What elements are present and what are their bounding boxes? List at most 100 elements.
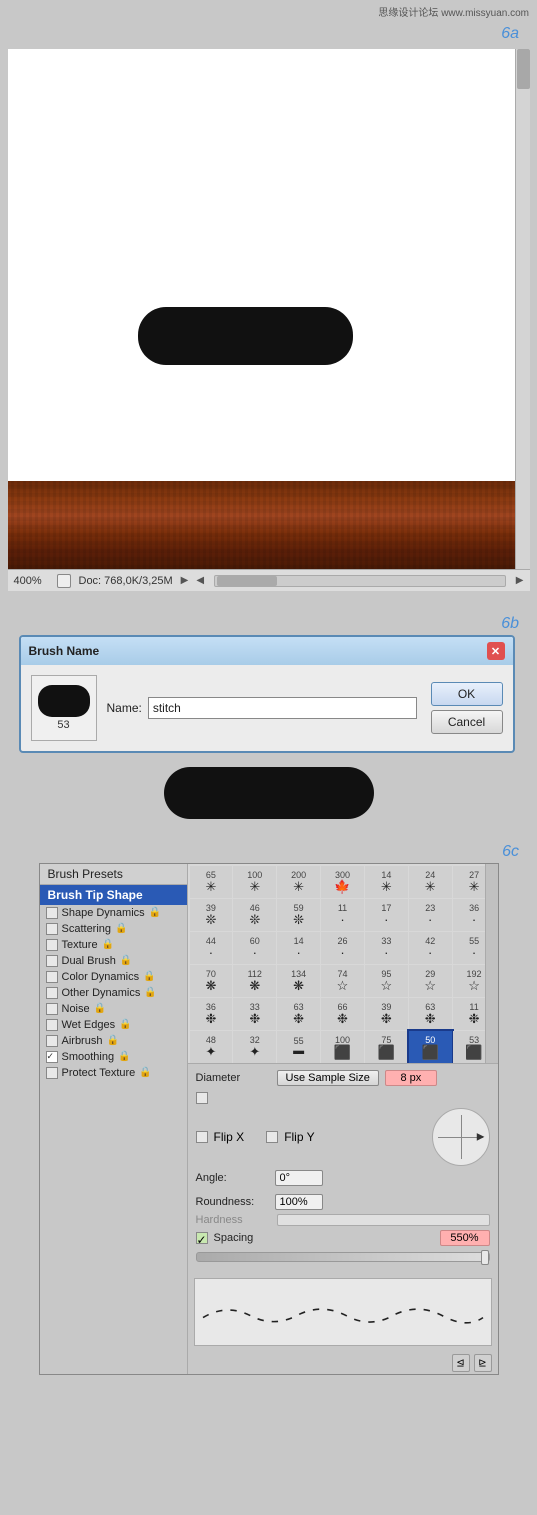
brush-cell[interactable]: 70❋ [190, 965, 233, 997]
brush-cell[interactable]: 66❉ [321, 998, 364, 1030]
noise-checkbox[interactable] [46, 1003, 58, 1015]
h-scrollbar[interactable] [214, 575, 506, 587]
spacing-value[interactable]: 550% [440, 1230, 490, 1246]
sidebar-presets-header[interactable]: Brush Presets [40, 864, 187, 885]
hardness-slider[interactable] [277, 1214, 490, 1226]
brush-cell[interactable]: 11· [321, 899, 364, 931]
spacing-checkbox[interactable]: ✓ [196, 1232, 208, 1244]
brush-cell[interactable]: 17· [365, 899, 408, 931]
panel-icon-btn-1[interactable]: ⊴ [452, 1354, 470, 1372]
brush-cell[interactable]: 29☆ [409, 965, 452, 997]
brush-cell-selected[interactable]: 50⬛ [409, 1031, 452, 1063]
scattering-checkbox[interactable] [46, 923, 58, 935]
canvas-scrollbar[interactable] [515, 49, 530, 569]
sidebar-item-protect-texture[interactable]: Protect Texture 🔒 [40, 1065, 187, 1081]
sidebar-item-texture[interactable]: Texture 🔒 [40, 937, 187, 953]
brush-cell[interactable]: 95☆ [365, 965, 408, 997]
texture-checkbox[interactable] [46, 939, 58, 951]
dual-brush-checkbox[interactable] [46, 955, 58, 967]
protect-texture-checkbox[interactable] [46, 1067, 58, 1079]
scroll-thumb[interactable] [517, 49, 530, 89]
wet-edges-label: Wet Edges [62, 1019, 116, 1031]
airbrush-checkbox[interactable] [46, 1035, 58, 1047]
cancel-button[interactable]: Cancel [431, 710, 503, 734]
brush-cell[interactable]: 200✳ [277, 866, 320, 898]
panel-icon-btn-2[interactable]: ⊵ [474, 1354, 492, 1372]
angle-input[interactable] [275, 1170, 323, 1186]
brush-cell[interactable]: 300🍁 [321, 866, 364, 898]
brush-cell[interactable]: 134❋ [277, 965, 320, 997]
diameter-checkbox[interactable] [196, 1092, 208, 1104]
brush-cell[interactable]: 75⬛ [365, 1031, 408, 1063]
other-dynamics-lock-icon: 🔒 [144, 987, 154, 999]
brush-cell[interactable]: 32✦ [233, 1031, 276, 1063]
color-dynamics-checkbox[interactable] [46, 971, 58, 983]
ok-button[interactable]: OK [431, 682, 503, 706]
brush-cell[interactable]: 65✳ [190, 866, 233, 898]
texture-label: Texture [62, 939, 98, 951]
sidebar-item-color-dynamics[interactable]: Color Dynamics 🔒 [40, 969, 187, 985]
angle-roundness-labels: Angle: Roundness: [196, 1170, 323, 1210]
brush-cell[interactable]: 24✳ [409, 866, 452, 898]
brush-grid-scrollbar[interactable] [485, 864, 498, 1063]
brush-cell[interactable]: 48✦ [190, 1031, 233, 1063]
flip-x-checkbox[interactable] [196, 1131, 208, 1143]
brush-cell[interactable]: 33❉ [233, 998, 276, 1030]
brush-cell[interactable]: 39❊ [190, 899, 233, 931]
brush-cell[interactable]: 14✳ [365, 866, 408, 898]
brush-cell[interactable]: 33· [365, 932, 408, 964]
sidebar-tip-shape[interactable]: Brush Tip Shape [40, 885, 187, 905]
status-icon[interactable] [57, 574, 71, 588]
canvas-area[interactable] [8, 49, 530, 569]
brush-cell[interactable]: 100✳ [233, 866, 276, 898]
status-arrow-left[interactable]: ◀ [196, 575, 204, 586]
brush-cell[interactable]: 26· [321, 932, 364, 964]
spacing-slider[interactable] [196, 1252, 490, 1262]
name-label: Name: [107, 701, 142, 715]
brush-cell[interactable]: 55▬ [277, 1031, 320, 1063]
brush-cell[interactable]: 63❉ [409, 998, 452, 1030]
status-right-arrow[interactable]: ▶ [516, 575, 524, 586]
color-dynamics-lock-icon: 🔒 [143, 971, 153, 983]
h-scrollbar-thumb[interactable] [217, 576, 277, 586]
other-dynamics-checkbox[interactable] [46, 987, 58, 999]
brush-cell[interactable]: 74☆ [321, 965, 364, 997]
brush-cell[interactable]: 14· [277, 932, 320, 964]
brush-preview-box: 53 [31, 675, 97, 741]
sidebar-item-other-dynamics[interactable]: Other Dynamics 🔒 [40, 985, 187, 1001]
shape-dynamics-checkbox[interactable] [46, 907, 58, 919]
diameter-value[interactable]: 8 px [385, 1070, 437, 1086]
protect-texture-label: Protect Texture [62, 1067, 136, 1079]
sidebar-item-shape-dynamics[interactable]: Shape Dynamics 🔒 [40, 905, 187, 921]
brush-cell[interactable]: 23· [409, 899, 452, 931]
sidebar-item-noise[interactable]: Noise 🔒 [40, 1001, 187, 1017]
brush-cell[interactable]: 60· [233, 932, 276, 964]
status-arrow[interactable]: ▶ [181, 575, 189, 586]
brush-cell[interactable]: 112❋ [233, 965, 276, 997]
brush-cell[interactable]: 36❉ [190, 998, 233, 1030]
smoothing-checkbox[interactable] [46, 1051, 58, 1063]
flip-y-checkbox[interactable] [266, 1131, 278, 1143]
roundness-input[interactable] [275, 1194, 323, 1210]
angle-widget[interactable]: ▶ [432, 1108, 490, 1166]
use-sample-size-button[interactable]: Use Sample Size [277, 1070, 379, 1086]
dual-brush-label: Dual Brush [62, 955, 116, 967]
brush-name-input[interactable] [148, 697, 417, 719]
brush-cell[interactable]: 100⬛ [321, 1031, 364, 1063]
sidebar-item-wet-edges[interactable]: Wet Edges 🔒 [40, 1017, 187, 1033]
wet-edges-checkbox[interactable] [46, 1019, 58, 1031]
brush-cell[interactable]: 42· [409, 932, 452, 964]
sidebar-item-dual-brush[interactable]: Dual Brush 🔒 [40, 953, 187, 969]
spacing-slider-thumb[interactable] [481, 1250, 489, 1265]
brush-cell[interactable]: 44· [190, 932, 233, 964]
brush-cell[interactable]: 46❊ [233, 899, 276, 931]
sidebar-item-scattering[interactable]: Scattering 🔒 [40, 921, 187, 937]
brush-cell[interactable]: 39❉ [365, 998, 408, 1030]
brush-cell[interactable]: 63❉ [277, 998, 320, 1030]
dialog-close-button[interactable]: ✕ [487, 642, 505, 660]
shape-dynamics-lock-icon: 🔒 [149, 907, 159, 919]
sidebar-item-smoothing[interactable]: Smoothing 🔒 [40, 1049, 187, 1065]
dialog-body: 53 Name: OK Cancel [21, 665, 513, 751]
sidebar-item-airbrush[interactable]: Airbrush 🔒 [40, 1033, 187, 1049]
brush-cell[interactable]: 59❊ [277, 899, 320, 931]
